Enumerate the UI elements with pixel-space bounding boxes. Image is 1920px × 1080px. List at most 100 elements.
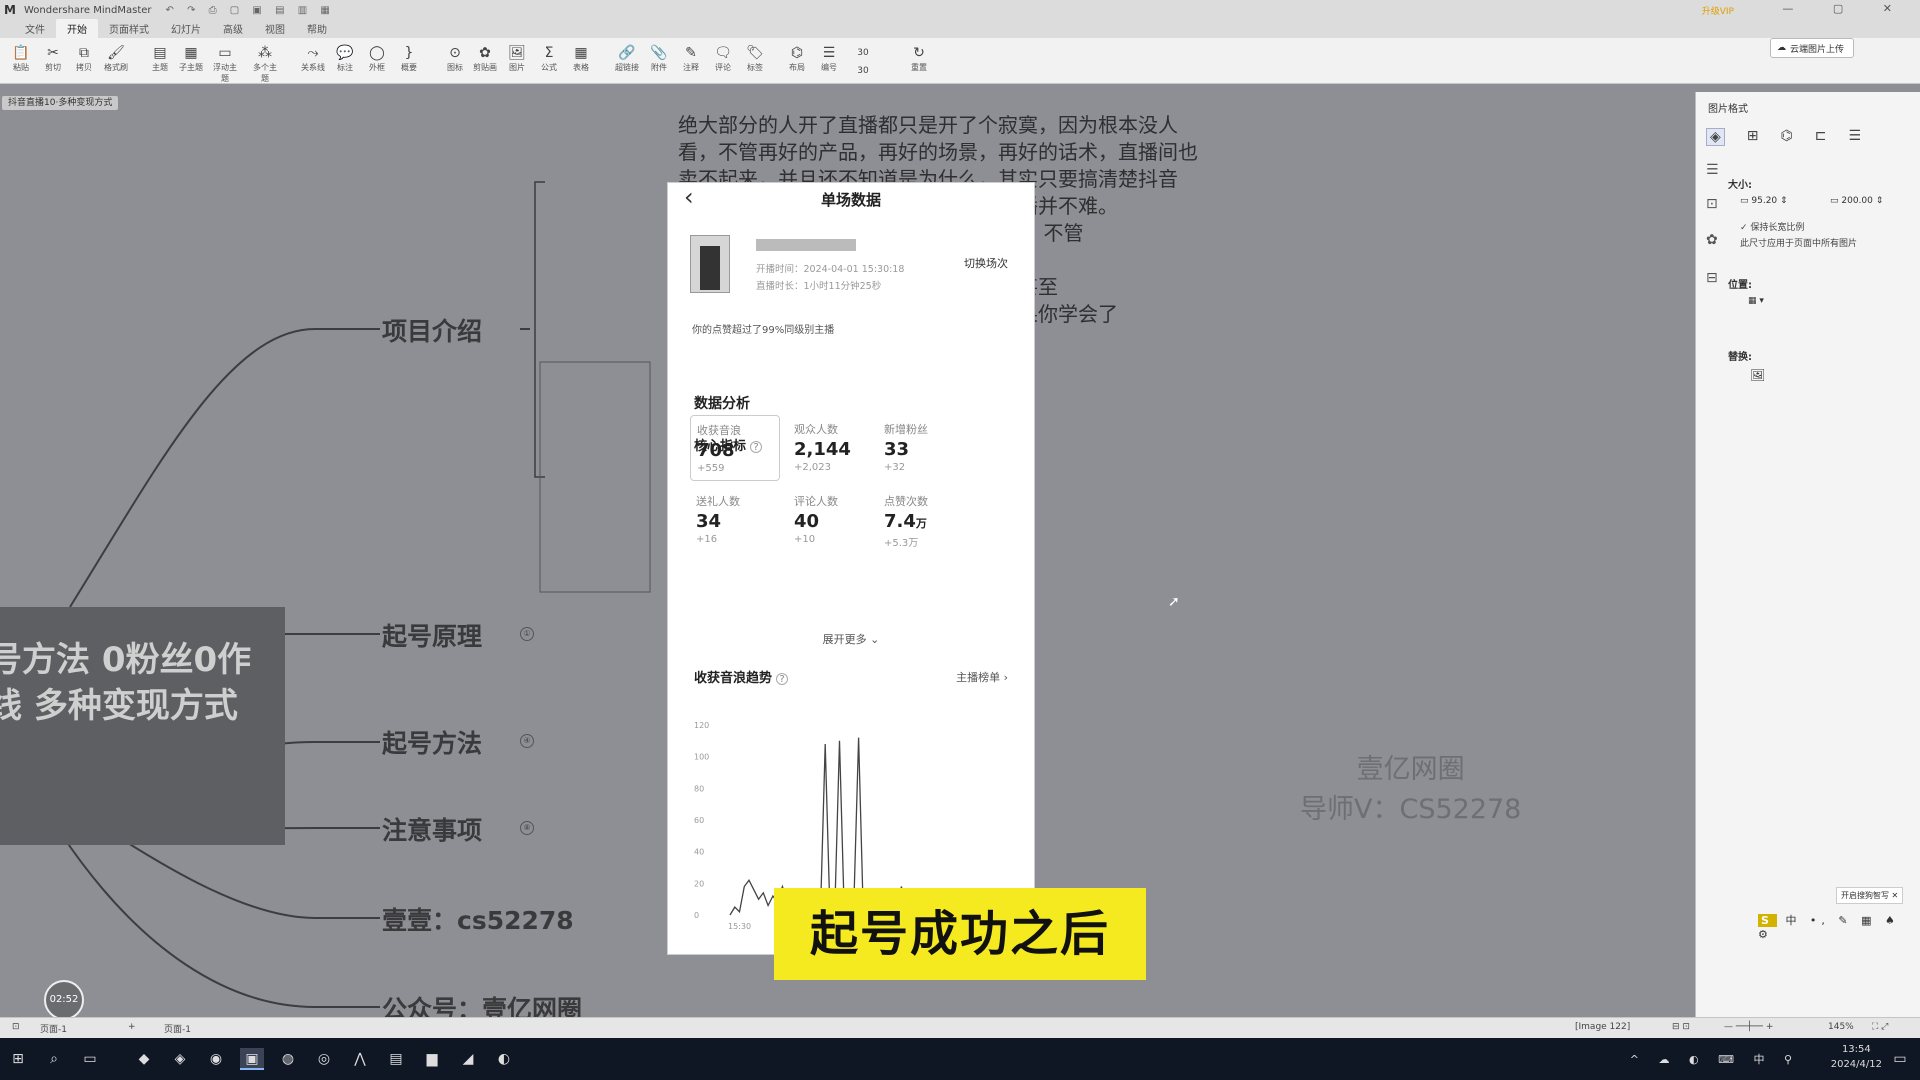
ribbon-button[interactable]: ☰ 编号 (814, 44, 844, 73)
app-icon[interactable]: ◉ (204, 1048, 228, 1070)
ribbon-button[interactable]: 📋 粘贴 (6, 44, 36, 73)
cloud-upload-button[interactable]: ☁ 云端图片上传 (1770, 38, 1854, 58)
add-page-button[interactable]: + (128, 1022, 136, 1032)
branch-principle[interactable]: 起号原理 (382, 617, 482, 653)
ribbon-button[interactable]: ✎ 注释 (676, 44, 706, 73)
ime-tip[interactable]: 开启搜狗智写 ✕ (1836, 887, 1904, 904)
list-icon[interactable]: ☰ (1848, 128, 1861, 146)
apply-all-option[interactable]: 此尺寸应用于页面中所有图片 (1740, 236, 1857, 252)
branch-count-badge[interactable]: ⑧ (520, 821, 534, 835)
ribbon-button[interactable]: 🗨 评论 (708, 44, 738, 73)
connector-icon[interactable]: ⊏ (1815, 128, 1827, 146)
metric-delta: +32 (884, 462, 906, 473)
app-icon[interactable]: ◢ (456, 1048, 480, 1070)
style-icon[interactable]: ◈ (1706, 128, 1725, 146)
menu-tab[interactable]: 高级 (212, 19, 254, 38)
document-tab[interactable]: 抖音直播10·多种变现方式 (2, 96, 119, 110)
replace-image-icon[interactable]: 🖼 (1750, 368, 1765, 382)
ribbon-button[interactable]: 📎 附件 (644, 44, 674, 73)
system-tray[interactable]: ^ ☁ ◐ ⌨ 中 ⚲ (1630, 1051, 1800, 1067)
layout-icon: ⌬ (790, 45, 804, 61)
app-icon[interactable]: ◐ (492, 1048, 516, 1070)
menu-tab[interactable]: 帮助 (296, 19, 338, 38)
metric-card: 点赞次数 7.4万 +5.3万 (878, 487, 968, 555)
menu-tab[interactable]: 幻灯片 (160, 19, 212, 38)
ribbon-button[interactable]: 🔗 超链接 (612, 44, 642, 73)
width-field[interactable]: ▭ 95.20 ⇕ (1740, 196, 1788, 206)
menu-tab[interactable]: 视图 (254, 19, 296, 38)
app-icon[interactable]: ◆ (132, 1048, 156, 1070)
ribbon-button[interactable]: 💬 标注 (330, 44, 360, 73)
grid-icon[interactable]: ⊞ (1747, 128, 1759, 146)
folder-icon[interactable]: ▆ (420, 1048, 444, 1070)
y-tick-label: 100 (694, 753, 709, 762)
zoom-slider[interactable]: — ──┼── + (1724, 1022, 1773, 1032)
page-tab[interactable]: 页面-1 (164, 1022, 191, 1035)
structure-icon[interactable]: ⌬ (1781, 128, 1793, 146)
central-topic[interactable]: 号方法 0粉丝0作 线 多种变现方式 (0, 607, 285, 845)
ribbon-button[interactable]: 🖼 图片 (502, 44, 532, 73)
start-icon[interactable]: ⊞ (6, 1048, 30, 1070)
window-controls[interactable]: — ▢ ✕ (1782, 2, 1910, 15)
live-stats-screenshot[interactable]: ‹ 单场数据 开播时间：2024-04-01 15:30:18 直播时长：1小时… (667, 182, 1035, 955)
branch-method[interactable]: 起号方法 (382, 724, 482, 760)
ribbon-button[interactable]: ▤ 主题 (145, 44, 175, 73)
spacing-control[interactable]: 30 (848, 62, 878, 80)
position-dropdown[interactable]: ▦ ▾ (1748, 296, 1764, 306)
branch-notes[interactable]: 注意事项 (382, 811, 482, 847)
branch-official-account[interactable]: 公众号：壹亿网圈 (382, 990, 582, 1017)
branch-count-badge[interactable]: ① (520, 627, 534, 641)
camera-icon[interactable]: ⊡ (1706, 196, 1718, 212)
mindmaster-taskbar-icon[interactable]: ▣ (240, 1048, 264, 1070)
page-selector[interactable]: 页面-1 (40, 1022, 67, 1035)
zoom-level[interactable]: 145% (1828, 1022, 1854, 1032)
quick-access-toolbar[interactable]: ↶ ↷ ⎙ ▢ ▣ ▤ ▥ ▦ (166, 5, 335, 16)
ribbon-button[interactable]: ▦ 表格 (566, 44, 596, 73)
vip-badge[interactable]: 升级VIP (1702, 4, 1734, 17)
ribbon-button[interactable]: ✿ 剪贴画 (470, 44, 500, 73)
central-topic-line: 号方法 0粉丝0作 (0, 640, 252, 680)
ribbon-button[interactable]: ◯ 外框 (362, 44, 392, 73)
notes-side-icon[interactable]: ⊟ (1706, 270, 1718, 286)
ribbon-button[interactable]: ⌬ 布局 (782, 44, 812, 73)
callout-icon: 💬 (336, 45, 354, 61)
ribbon-button[interactable]: ↻ 重置 (904, 44, 934, 73)
ribbon-button[interactable]: ▭ 浮动主题 (210, 44, 240, 84)
spacing-control[interactable]: 30 (848, 44, 878, 62)
ribbon-button[interactable]: 🖌 格式刷 (101, 44, 131, 73)
ime-toolbar[interactable]: S 中 •, ✎ ▦ ♠ ⚙ (1758, 912, 1920, 941)
wechat-icon[interactable]: ◎ (312, 1048, 336, 1070)
ribbon-button[interactable]: ✂ 剪切 (38, 44, 68, 73)
ribbon-button[interactable]: ▦ 子主题 (176, 44, 206, 73)
menu-tab[interactable]: 文件 (14, 19, 56, 38)
clipart-side-icon[interactable]: ✿ (1706, 232, 1718, 248)
ribbon-button[interactable]: Σ 公式 (534, 44, 564, 73)
fit-icon[interactable]: ⊟ ⊡ (1672, 1022, 1690, 1032)
ribbon-button[interactable]: ⤳ 关系线 (298, 44, 328, 73)
app-icon[interactable]: ▤ (384, 1048, 408, 1070)
task-view-icon[interactable]: ▭ (78, 1048, 102, 1070)
ribbon-button[interactable]: ⧉ 拷贝 (69, 44, 99, 73)
keep-ratio-checkbox[interactable]: ✓ 保持长宽比例 (1740, 220, 1857, 236)
height-field[interactable]: ▭ 200.00 ⇕ (1830, 196, 1883, 206)
branch-count-badge[interactable]: ④ (520, 734, 534, 748)
ribbon-button[interactable]: ⊙ 图标 (440, 44, 470, 73)
branch-project-intro[interactable]: 项目介绍 (382, 312, 482, 348)
notification-icon[interactable]: ▭ (1888, 1048, 1912, 1070)
menu-tab[interactable]: 开始 (56, 19, 98, 38)
clock[interactable]: 13:54 2024/4/12 (1831, 1042, 1882, 1072)
app-icon[interactable]: ⋀ (348, 1048, 372, 1070)
browser-icon[interactable]: ◍ (276, 1048, 300, 1070)
branch-contact[interactable]: 壹壹：cs52278 (382, 901, 574, 937)
outline-icon[interactable]: ☰ (1706, 162, 1719, 178)
video-subtitle: 起号成功之后 (774, 888, 1146, 980)
search-icon[interactable]: ⌕ (42, 1048, 66, 1070)
keep-ratio-options[interactable]: ✓ 保持长宽比例 此尺寸应用于页面中所有图片 (1740, 220, 1857, 252)
menu-tab[interactable]: 页面样式 (98, 19, 160, 38)
ribbon-button[interactable]: } 概要 (394, 44, 424, 73)
app-icon[interactable]: ◈ (168, 1048, 192, 1070)
ribbon-button[interactable]: ⁂ 多个主题 (250, 44, 280, 84)
page-list-icon[interactable]: ⊡ (12, 1022, 20, 1032)
fullscreen-icon[interactable]: ⛶ ⤢ (1872, 1022, 1888, 1032)
ribbon-button[interactable]: 🏷 标签 (740, 44, 770, 73)
